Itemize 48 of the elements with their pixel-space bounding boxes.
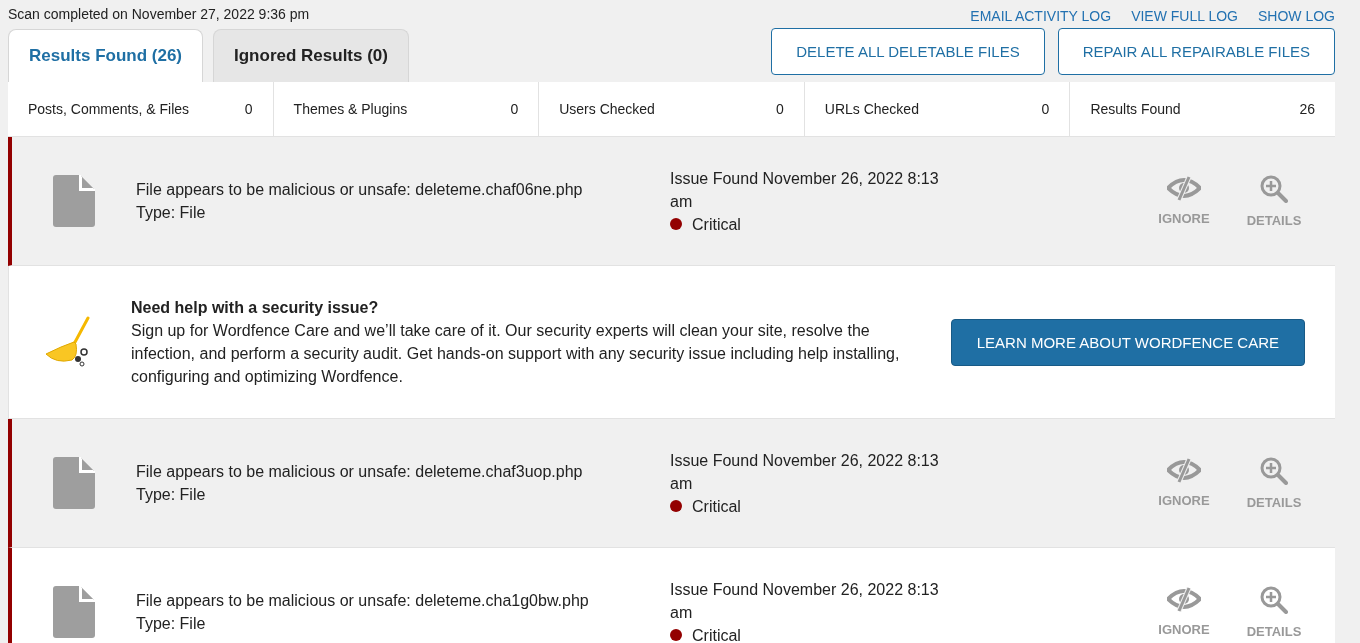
stat-value: 0 bbox=[244, 101, 253, 117]
zoom-in-icon bbox=[1260, 585, 1288, 614]
issue-type: Type: File bbox=[136, 614, 207, 634]
tab[interactable]: Ignored Results (0) bbox=[213, 29, 409, 82]
issue-type: Type: File bbox=[136, 485, 207, 505]
action-button[interactable]: REPAIR ALL REPAIRABLE FILES bbox=[1057, 28, 1335, 75]
severity-label: Critical bbox=[692, 214, 741, 235]
stat-value: 0 bbox=[1041, 101, 1050, 117]
stat-value: 26 bbox=[1299, 101, 1315, 117]
log-link[interactable]: EMAIL ACTIVITY LOG bbox=[970, 8, 1112, 24]
action-label[interactable]: IGNORE bbox=[1158, 492, 1210, 508]
issue-date: Issue Found November 26, 2022 8:13 am bbox=[670, 579, 940, 623]
action-label[interactable]: IGNORE bbox=[1158, 210, 1210, 226]
stat-label: Themes & Plugins bbox=[293, 101, 408, 117]
promo-text: Sign up for Wordfence Care and we’ll take care of it. Our security experts will clean your site, resolve the infection, and perform a security audit. Get hands-on support with any security issue including help installing, configuring and optimizing Wordfence. bbox=[131, 321, 901, 387]
file-icon bbox=[53, 586, 95, 638]
crossed-eye-icon bbox=[1167, 456, 1201, 483]
crossed-eye-icon bbox=[1167, 174, 1201, 201]
action-label[interactable]: DETAILS bbox=[1246, 212, 1302, 228]
crossed-eye-icon bbox=[1167, 585, 1201, 612]
learn-more-button[interactable]: LEARN MORE ABOUT WORDFENCE CARE bbox=[950, 318, 1305, 366]
zoom-in-icon bbox=[1260, 456, 1288, 485]
issue-date: Issue Found November 26, 2022 8:13 am bbox=[670, 450, 940, 494]
file-icon bbox=[53, 175, 95, 227]
action-label[interactable]: DETAILS bbox=[1246, 623, 1302, 639]
promo-heading: Need help with a security issue? bbox=[131, 298, 380, 318]
stat-value: 0 bbox=[510, 101, 519, 117]
severity-label: Critical bbox=[692, 625, 741, 643]
action-label[interactable]: IGNORE bbox=[1158, 621, 1210, 637]
scan-status: Scan completed on November 27, 2022 9:36 pm bbox=[8, 5, 310, 22]
tab[interactable]: Results Found (26) bbox=[8, 29, 203, 82]
stat-label: Results Found bbox=[1090, 101, 1181, 117]
action-label[interactable]: DETAILS bbox=[1246, 494, 1302, 510]
file-icon bbox=[53, 457, 95, 509]
stat-label: URLs Checked bbox=[824, 101, 919, 117]
stat-value: 0 bbox=[776, 101, 784, 117]
issue-title: File appears to be malicious or unsafe: deleteme.cha1g0bw.php bbox=[136, 591, 590, 611]
stat-label: Users Checked bbox=[559, 101, 655, 117]
severity-label: Critical bbox=[692, 496, 741, 517]
action-button[interactable]: DELETE ALL DELETABLE FILES bbox=[771, 28, 1045, 75]
log-link[interactable]: VIEW FULL LOG bbox=[1131, 8, 1238, 24]
issue-title: File appears to be malicious or unsafe: deleteme.chaf06ne.php bbox=[136, 180, 584, 200]
log-link[interactable]: SHOW LOG bbox=[1258, 8, 1335, 24]
issue-title: File appears to be malicious or unsafe: deleteme.chaf3uop.php bbox=[136, 462, 584, 482]
stat-label: Posts, Comments, & Files bbox=[28, 101, 190, 117]
issue-date: Issue Found November 26, 2022 8:13 am bbox=[670, 168, 940, 212]
zoom-in-icon bbox=[1260, 174, 1288, 203]
issue-type: Type: File bbox=[136, 203, 207, 223]
